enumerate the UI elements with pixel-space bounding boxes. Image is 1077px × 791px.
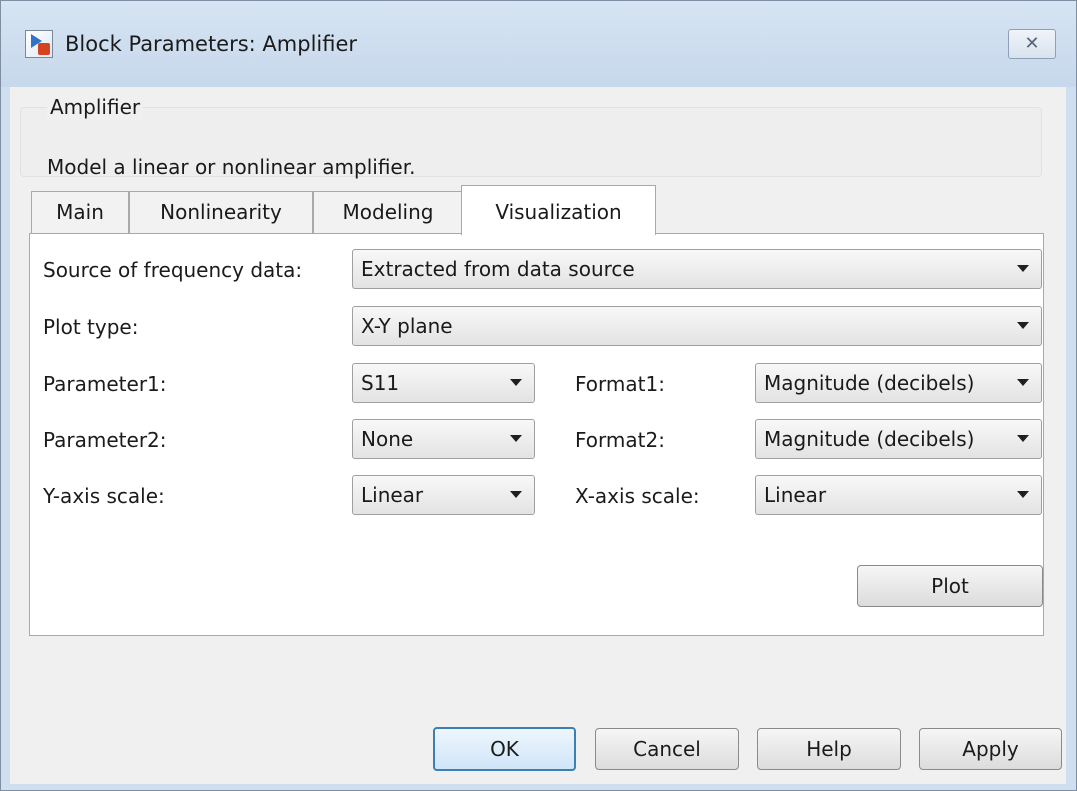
- y-axis-scale-label: Y-axis scale:: [43, 484, 165, 508]
- simulink-block-icon: [25, 30, 53, 58]
- source-of-frequency-data-dropdown[interactable]: Extracted from data source: [352, 249, 1042, 289]
- description-group: Amplifier Model a linear or nonlinear am…: [20, 94, 1042, 179]
- close-button[interactable]: ✕: [1008, 29, 1056, 59]
- format1-label: Format1:: [575, 372, 665, 396]
- plot-type-dropdown[interactable]: X-Y plane: [352, 306, 1042, 346]
- dialog-body: Amplifier Model a linear or nonlinear am…: [10, 87, 1066, 784]
- window-title: Block Parameters: Amplifier: [65, 32, 358, 56]
- chevron-down-icon: [1017, 435, 1029, 442]
- format1-dropdown[interactable]: Magnitude (decibels): [755, 363, 1042, 403]
- help-button[interactable]: Help: [757, 728, 901, 770]
- apply-button[interactable]: Apply: [919, 728, 1062, 770]
- plot-type-value: X-Y plane: [361, 314, 453, 338]
- plot-type-label: Plot type:: [43, 315, 139, 339]
- source-of-frequency-data-value: Extracted from data source: [361, 257, 635, 281]
- x-axis-scale-dropdown[interactable]: Linear: [755, 475, 1042, 515]
- description-group-title: Amplifier: [47, 94, 144, 120]
- visualization-panel: Source of frequency data: Extracted from…: [29, 233, 1044, 636]
- parameter2-dropdown[interactable]: None: [352, 419, 535, 459]
- chevron-down-icon: [1017, 265, 1029, 272]
- tab-nonlinearity[interactable]: Nonlinearity: [129, 191, 313, 233]
- description-text: Model a linear or nonlinear amplifier.: [47, 155, 416, 179]
- parameter2-label: Parameter2:: [43, 428, 167, 452]
- x-axis-scale-label: X-axis scale:: [575, 484, 700, 508]
- chevron-down-icon: [1017, 379, 1029, 386]
- format2-label: Format2:: [575, 428, 665, 452]
- chevron-down-icon: [510, 491, 522, 498]
- y-axis-scale-dropdown[interactable]: Linear: [352, 475, 535, 515]
- title-bar[interactable]: Block Parameters: Amplifier ✕: [1, 1, 1076, 87]
- plot-button[interactable]: Plot: [857, 565, 1043, 607]
- y-axis-scale-value: Linear: [361, 483, 424, 507]
- x-axis-scale-value: Linear: [764, 483, 827, 507]
- format2-dropdown[interactable]: Magnitude (decibels): [755, 419, 1042, 459]
- parameter1-dropdown[interactable]: S11: [352, 363, 535, 403]
- chevron-down-icon: [510, 379, 522, 386]
- tab-modeling[interactable]: Modeling: [313, 191, 463, 233]
- format1-value: Magnitude (decibels): [764, 371, 975, 395]
- ok-button[interactable]: OK: [433, 727, 576, 771]
- format2-value: Magnitude (decibels): [764, 427, 975, 451]
- chevron-down-icon: [1017, 491, 1029, 498]
- cancel-button[interactable]: Cancel: [595, 728, 739, 770]
- tab-main[interactable]: Main: [31, 191, 129, 233]
- chevron-down-icon: [1017, 322, 1029, 329]
- parameter1-label: Parameter1:: [43, 372, 167, 396]
- parameter1-value: S11: [361, 371, 400, 395]
- block-parameters-dialog: Block Parameters: Amplifier ✕ Amplifier …: [0, 0, 1077, 791]
- parameter2-value: None: [361, 427, 414, 451]
- chevron-down-icon: [510, 435, 522, 442]
- tab-visualization[interactable]: Visualization: [461, 185, 656, 235]
- source-of-frequency-data-label: Source of frequency data:: [43, 258, 303, 282]
